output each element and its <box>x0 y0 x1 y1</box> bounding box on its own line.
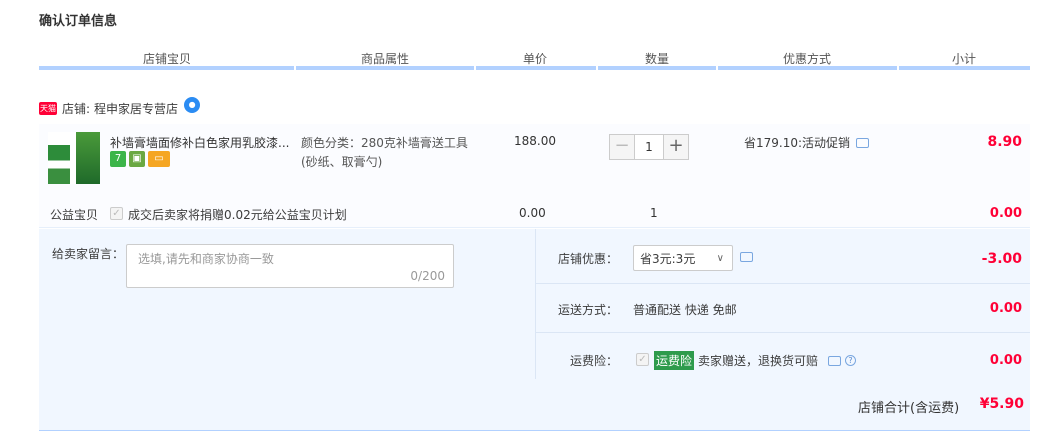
insurance-label: 运费险： <box>570 354 619 368</box>
col-head-subtotal: 小计 <box>951 52 976 66</box>
product-title-link[interactable]: 补墙膏墙面修补白色家用乳胶漆... <box>110 134 292 151</box>
shop-label: 店铺: <box>62 101 91 116</box>
header-bar-segment <box>39 66 294 70</box>
message-placeholder: 选填,请先和商家协商一致 <box>138 252 274 266</box>
service-badges: 7 ▣ ▭ <box>110 151 170 167</box>
shop-discount-select[interactable]: 省3元:3元 ∨ <box>633 245 733 271</box>
discount-text: 省179.10:活动促销 <box>744 136 851 150</box>
quantity-decrease-button[interactable]: − <box>609 134 635 160</box>
col-head-quantity: 数量 <box>644 52 669 66</box>
quantity-increase-button[interactable]: + <box>663 134 689 160</box>
item-price: 188.00 <box>514 134 556 148</box>
product-thumbnail[interactable] <box>48 132 100 184</box>
shipping-method: 普通配送 快递 免邮 <box>633 303 737 317</box>
item-subtotal: 8.90 <box>987 134 1022 150</box>
charity-label: 公益宝贝 <box>50 208 99 222</box>
seven-day-return-icon: 7 <box>110 151 126 167</box>
charity-text: 成交后卖家将捐赠0.02元给公益宝贝计划 <box>128 208 347 222</box>
insurance-amount: 0.00 <box>989 353 1022 368</box>
discount-info-icon[interactable] <box>856 137 870 148</box>
panel-divider <box>535 229 536 379</box>
shipping-amount: 0.00 <box>989 301 1022 316</box>
shop-name-link[interactable]: 程申家居专营店 <box>94 100 178 117</box>
shop-total-label: 店铺合计(含运费) <box>858 401 960 416</box>
tmall-badge-icon: 天猫 <box>39 101 57 115</box>
header-bar-segment <box>598 66 716 70</box>
header-bar-segment <box>718 66 897 70</box>
product-attribute: 颜色分类：280克补墙膏送工具 (砂纸、取膏勺) <box>301 134 481 172</box>
col-head-shop-item: 店铺宝贝 <box>142 52 191 66</box>
header-bar-segment <box>296 66 474 70</box>
message-counter: 0/200 <box>410 269 445 283</box>
quantity-stepper: − 1 + <box>609 134 689 160</box>
header-bar-segment <box>899 66 1030 70</box>
credit-card-icon: ▭ <box>148 151 170 167</box>
discount-info-icon[interactable] <box>740 252 753 262</box>
insurance-info: 运费险 卖家赠送，退换货可赔 ? <box>654 351 857 370</box>
help-icon[interactable]: ? <box>845 355 857 366</box>
message-label: 给卖家留言： <box>52 247 125 261</box>
item-discount: 省179.10:活动促销 <box>744 134 870 151</box>
insurance-info-icon[interactable] <box>828 355 842 366</box>
page-title: 确认订单信息 <box>39 14 118 29</box>
insurance-tag: 运费险 <box>654 351 695 370</box>
charity-quantity: 1 <box>650 206 658 220</box>
insurance-checkbox[interactable]: ✓ <box>636 353 649 366</box>
attribute-line: 颜色分类：280克补墙膏送工具 <box>301 136 468 150</box>
col-head-discount: 优惠方式 <box>782 52 831 66</box>
row-divider <box>535 332 1030 333</box>
attribute-line: (砂纸、取膏勺) <box>301 155 383 169</box>
guarantee-icon: ▣ <box>129 151 145 167</box>
charity-subtotal: 0.00 <box>989 206 1022 221</box>
shop-discount-selected: 省3元:3元 <box>640 251 696 266</box>
header-bar-segment <box>476 66 596 70</box>
charity-price: 0.00 <box>519 206 546 220</box>
wangwang-chat-icon[interactable]: ● <box>184 97 201 113</box>
insurance-text: 卖家赠送，退换货可赔 <box>698 354 819 368</box>
seller-message-input[interactable]: 选填,请先和商家协商一致 0/200 <box>126 244 454 288</box>
charity-checkbox[interactable]: ✓ <box>110 207 123 220</box>
col-head-attribute: 商品属性 <box>360 52 409 66</box>
shipping-label: 运送方式： <box>558 303 619 317</box>
shop-total-amount: ¥5.90 <box>979 396 1024 412</box>
quantity-input[interactable]: 1 <box>635 134 663 160</box>
chevron-down-icon: ∨ <box>716 252 724 264</box>
shop-line: 天猫 店铺: 程申家居专营店 ● <box>39 97 201 117</box>
row-divider <box>535 283 1030 284</box>
shop-discount-amount: -3.00 <box>981 251 1022 267</box>
col-head-price: 单价 <box>522 52 547 66</box>
shop-discount-label: 店铺优惠： <box>558 252 619 266</box>
